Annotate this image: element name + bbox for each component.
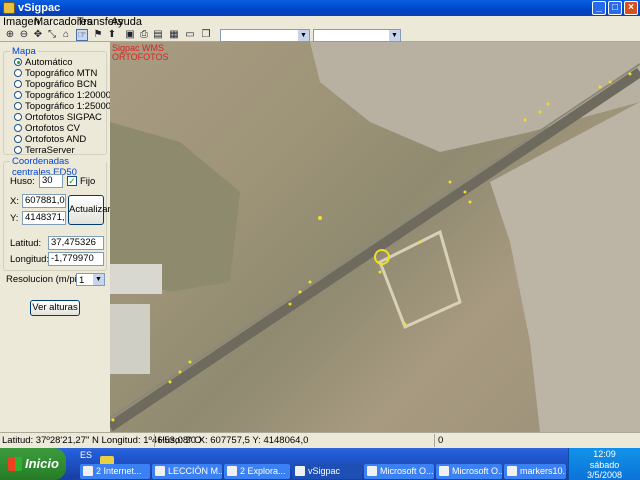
toolbar: ⊕ ⊖ ✥ ⤡ ⌂ ☞ ⚑ ⬆ ▣ ⎙ ▤ ▦ ▭ ❐ ▼ ▼ (0, 29, 640, 42)
ver-alturas-button[interactable]: Ver alturas (30, 300, 80, 316)
task-microsoft-2[interactable]: Microsoft O... (436, 464, 502, 479)
print-icon[interactable]: ⎙ (138, 29, 150, 41)
left-panel: Mapa Automático Topográfico MTN Topográf… (0, 42, 116, 432)
pin-icon[interactable]: ⬆ (106, 29, 118, 41)
radio-200000[interactable]: Topográfico 1:200000 (14, 91, 116, 101)
zoom-out-icon[interactable]: ⊖ (18, 29, 30, 41)
radio-button[interactable] (14, 146, 22, 154)
browser-icon (83, 466, 93, 476)
radio-mtn[interactable]: Topográfico MTN (14, 69, 97, 79)
app-icon (3, 2, 15, 14)
house-icon[interactable]: ⌂ (60, 29, 72, 41)
x-input[interactable]: 607881,0 (22, 194, 66, 208)
office-icon (367, 466, 377, 476)
task-leccion[interactable]: LECCIÓN M... (152, 464, 222, 479)
radio-bcn[interactable]: Topográfico BCN (14, 80, 97, 90)
open-folder-icon[interactable]: ▭ (184, 29, 196, 41)
map-watermark: Sigpac WMS ORTOFOTOS (112, 43, 169, 62)
chevron-down-icon[interactable]: ▼ (93, 274, 104, 285)
task-internet[interactable]: 2 Internet... (80, 464, 150, 479)
status-bar: Latitud: 37º28'21,27" N Longitud: 1º46'5… (0, 432, 640, 448)
coords-group: Coordenadas centrales ED50 Huso: 30 ✓ Fi… (3, 156, 111, 271)
resolucion-value: 1 (79, 275, 85, 286)
task-vsigpac[interactable]: vSigpac (292, 464, 362, 479)
latitud-input[interactable]: 37,475326 (48, 236, 104, 250)
radio-button[interactable] (14, 80, 22, 88)
walled-enclosure (378, 229, 462, 330)
status-count: 0 (438, 435, 444, 446)
radio-button[interactable] (14, 102, 22, 110)
fijo-checkbox[interactable]: ✓ (67, 176, 77, 186)
clock-time[interactable]: 12:09 (569, 449, 640, 459)
taskbar: Inicio ES 2 Internet... LECCIÓN M... 2 E… (0, 448, 640, 480)
move-icon[interactable]: ✥ (32, 29, 44, 41)
minimize-button[interactable]: _ (592, 1, 606, 15)
y-input[interactable]: 4148371,0 (22, 211, 66, 225)
aerial-photo[interactable] (110, 42, 640, 432)
export-icon[interactable]: ▤ (152, 29, 164, 41)
x-label: X: (10, 196, 19, 207)
resolucion-select[interactable]: 1 ▼ (76, 273, 105, 286)
actualizar-button[interactable]: Actualizar (68, 195, 111, 225)
greenhouse (110, 304, 150, 374)
task-explorador[interactable]: 2 Explora... (224, 464, 290, 479)
radio-button[interactable] (14, 58, 22, 66)
app-window: vSigpac _ □ × Imagen Marcadores Transfer… (0, 0, 640, 448)
chevron-down-icon[interactable]: ▼ (298, 30, 309, 41)
task-markers[interactable]: markers10.... (504, 464, 566, 479)
marker-point[interactable] (318, 216, 322, 220)
longitud-input[interactable]: -1,779970 (48, 252, 104, 266)
radio-button[interactable] (14, 135, 22, 143)
greenhouse (110, 264, 162, 294)
office-icon (439, 466, 449, 476)
windows-logo-icon (8, 457, 22, 471)
clock-date: 3/5/2008 (586, 470, 623, 480)
folder-icon (227, 466, 237, 476)
clock-day: sábado (589, 460, 620, 470)
file-icon (507, 466, 517, 476)
app-icon (295, 466, 305, 476)
latitud-label: Latitud: (10, 238, 42, 249)
title-bar[interactable]: vSigpac _ □ × (0, 0, 640, 16)
save-icon[interactable]: ▣ (124, 29, 136, 41)
language-indicator[interactable]: ES (80, 450, 92, 460)
fijo-label: Fijo (80, 176, 96, 187)
document-icon (155, 466, 165, 476)
marker-icon[interactable]: ⚑ (92, 29, 104, 41)
map-view[interactable]: Sigpac WMS ORTOFOTOS (110, 42, 640, 432)
zoom-in-icon[interactable]: ⊕ (4, 29, 16, 41)
window-title: vSigpac (18, 2, 61, 14)
menu-ayuda[interactable]: Ayuda (111, 16, 142, 29)
start-button[interactable]: Inicio (0, 448, 66, 480)
select-icon[interactable]: ☞ (76, 29, 88, 41)
y-label: Y: (10, 213, 19, 224)
mapa-group: Mapa Automático Topográfico MTN Topográf… (3, 46, 116, 156)
system-tray: 12:09 sábado 3/5/2008 (568, 448, 640, 480)
radio-ortofotos-cv[interactable]: Ortofotos CV (14, 124, 80, 134)
place-combo[interactable]: ▼ (313, 29, 401, 42)
radio-button[interactable] (14, 124, 22, 132)
radio-terraserver[interactable]: TerraServer (14, 146, 75, 156)
radio-ortofotos-and[interactable]: Ortofotos AND (14, 135, 86, 145)
chevron-down-icon[interactable]: ▼ (389, 30, 400, 41)
radio-25000[interactable]: Topográfico 1:25000 (14, 102, 111, 112)
copy-icon[interactable]: ❐ (200, 29, 212, 41)
radio-ortofotos-sigpac[interactable]: Ortofotos SIGPAC (14, 113, 102, 123)
huso-label: Huso: (10, 176, 35, 187)
radio-button[interactable] (14, 113, 22, 121)
longitud-label: Longitud: (10, 254, 50, 265)
radio-automatico[interactable]: Automático (14, 58, 73, 68)
close-button[interactable]: × (624, 1, 638, 15)
radio-button[interactable] (14, 91, 22, 99)
image-icon[interactable]: ▦ (168, 29, 180, 41)
status-huso: Huso: 30 X: 607757,5 Y: 4148064,0 (158, 435, 309, 446)
measure-icon[interactable]: ⤡ (46, 29, 58, 41)
huso-input[interactable]: 30 (39, 174, 63, 188)
radio-button[interactable] (14, 69, 22, 77)
maximize-button[interactable]: □ (608, 1, 622, 15)
task-microsoft-1[interactable]: Microsoft O... (364, 464, 434, 479)
mapa-group-title: Mapa (10, 46, 38, 57)
layer-combo[interactable]: ▼ (220, 29, 310, 42)
menu-bar: Imagen Marcadores Transfers Ayuda (0, 16, 640, 29)
